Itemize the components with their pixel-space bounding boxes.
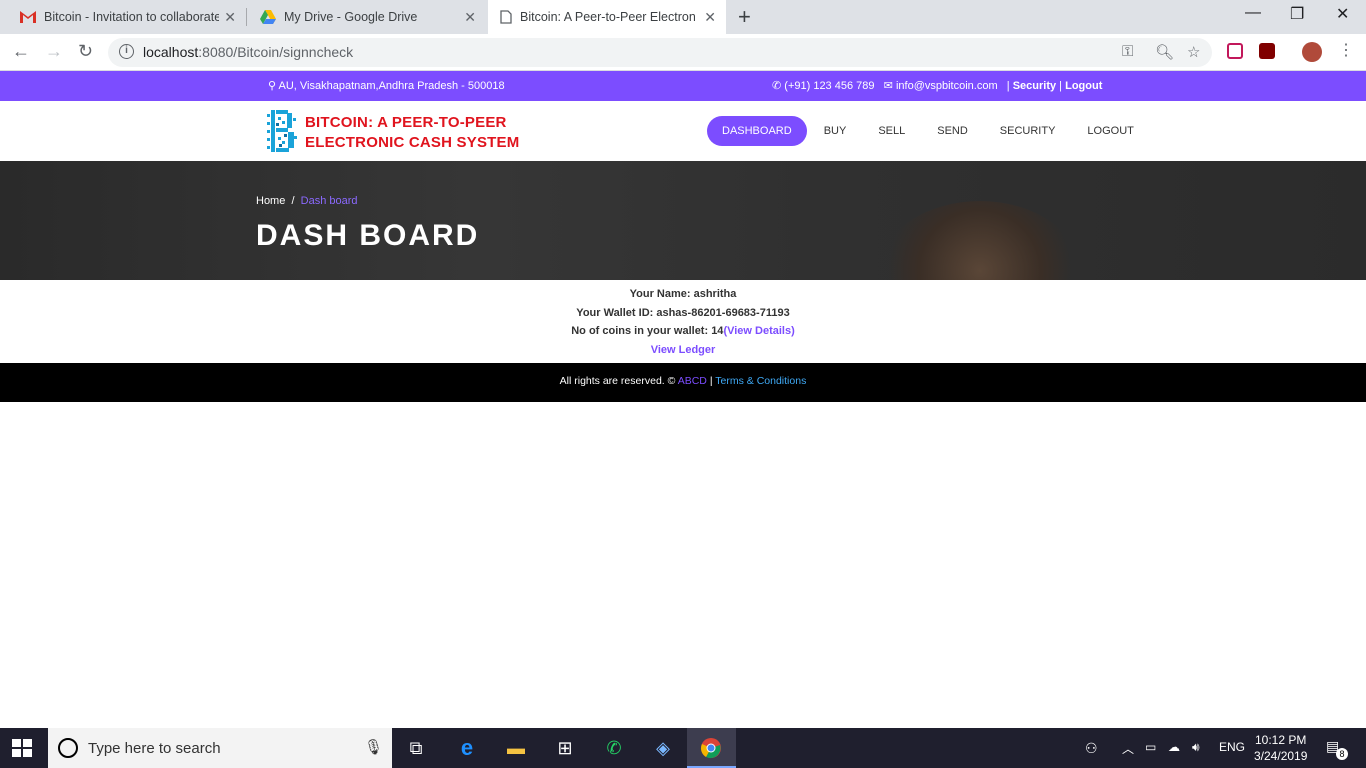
mail-icon: ✉ bbox=[883, 80, 893, 92]
tab-title: Bitcoin: A Peer-to-Peer Electronic bbox=[520, 10, 695, 24]
site-logo-text[interactable]: BITCOIN: A PEER-TO-PEER ELECTRONIC CASH … bbox=[305, 113, 519, 153]
window-close-icon[interactable]: ✕ bbox=[1336, 4, 1349, 24]
file-explorer-icon[interactable]: ▬ bbox=[504, 736, 528, 760]
language-indicator[interactable]: ENG bbox=[1219, 740, 1245, 754]
people-icon[interactable]: ⚇ bbox=[1085, 740, 1098, 757]
site-info-icon[interactable]: i bbox=[119, 44, 134, 59]
new-tab-button[interactable]: + bbox=[738, 4, 751, 30]
windows-start-icon[interactable] bbox=[12, 739, 32, 757]
security-link[interactable]: Security bbox=[1013, 80, 1056, 92]
nav-sell[interactable]: SELL bbox=[863, 116, 920, 146]
location-pin-icon: ⚲ bbox=[268, 80, 277, 92]
wallet-id: Your Wallet ID: ashas-86201-69683-71193 bbox=[576, 306, 790, 319]
minimize-icon[interactable]: — bbox=[1245, 4, 1261, 22]
back-icon[interactable]: ← bbox=[12, 41, 30, 62]
page-title: DASH BOARD bbox=[256, 219, 480, 252]
footer-separator: | bbox=[709, 375, 713, 387]
tray-chevron-up-icon[interactable]: ︿ bbox=[1122, 740, 1134, 757]
coin-count: No of coins in your wallet: 14 bbox=[571, 325, 724, 337]
chrome-icon bbox=[701, 738, 721, 759]
store-icon[interactable]: ⊞ bbox=[553, 736, 577, 760]
system-clock[interactable]: 10:12 PM 3/24/2019 bbox=[1254, 732, 1307, 764]
nav-dashboard[interactable]: DASHBOARD bbox=[707, 116, 807, 146]
search-placeholder: Type here to search bbox=[88, 740, 221, 757]
view-ledger-link[interactable]: View Ledger bbox=[0, 341, 1366, 360]
key-icon[interactable]: ⚿ bbox=[1122, 43, 1133, 60]
bookmark-star-icon[interactable]: ☆ bbox=[1187, 43, 1200, 61]
site-footer: All rights are reserved. © ABCD | Terms … bbox=[0, 363, 1366, 402]
whatsapp-icon[interactable]: ✆ bbox=[602, 736, 626, 760]
forward-icon[interactable]: → bbox=[45, 41, 63, 62]
url-host: localhost bbox=[143, 44, 199, 60]
nav-buy[interactable]: BUY bbox=[809, 116, 862, 146]
breadcrumb-current: Dash board bbox=[300, 195, 358, 207]
restore-icon[interactable]: ❐ bbox=[1290, 4, 1304, 24]
reload-icon[interactable]: ↻ bbox=[78, 41, 93, 62]
breadcrumb: Home / Dash board bbox=[256, 195, 358, 207]
logout-link[interactable]: Logout bbox=[1065, 80, 1102, 92]
battery-icon[interactable]: ▭ bbox=[1145, 740, 1156, 754]
ublock-extension-icon[interactable] bbox=[1259, 43, 1275, 59]
notification-badge: 8 bbox=[1336, 748, 1348, 760]
terms-link[interactable]: Terms & Conditions bbox=[715, 375, 806, 387]
view-details-link[interactable]: (View Details) bbox=[723, 325, 794, 337]
logo-line-2: ELECTRONIC CASH SYSTEM bbox=[305, 134, 520, 151]
coin-count-row: No of coins in your wallet: 14(View Deta… bbox=[0, 322, 1366, 341]
phone-icon: ✆ bbox=[772, 80, 782, 92]
edge-icon[interactable]: e bbox=[455, 736, 479, 760]
wallet-info: Your Name: ashritha Your Wallet ID: asha… bbox=[0, 280, 1366, 363]
breadcrumb-home[interactable]: Home bbox=[256, 195, 285, 207]
tab-gmail[interactable]: Bitcoin - Invitation to collaborate ✕ bbox=[8, 0, 246, 34]
clock-date: 3/24/2019 bbox=[1254, 749, 1308, 763]
phone-text: (+91) 123 456 789 bbox=[784, 80, 875, 92]
close-icon[interactable]: ✕ bbox=[224, 9, 236, 26]
page-banner: Home / Dash board DASH BOARD bbox=[0, 161, 1366, 280]
address-bar: ← → ↻ i localhost:8080/Bitcoin/signnchec… bbox=[0, 34, 1366, 71]
email-text: info@vspbitcoin.com bbox=[895, 80, 998, 92]
contact-bar: ⚲ AU, Visakhapatnam,Andhra Pradesh - 500… bbox=[0, 71, 1366, 101]
close-icon[interactable]: ✕ bbox=[704, 9, 716, 26]
banner-background-image bbox=[880, 201, 1080, 280]
menu-kebab-icon[interactable]: ⋮ bbox=[1338, 40, 1354, 60]
volume-icon[interactable]: 🔊︎ bbox=[1192, 740, 1200, 755]
taskbar-search-input[interactable]: Type here to search 🎙︎ bbox=[48, 728, 392, 768]
windows-taskbar: Type here to search 🎙︎ ⧉ e ▬ ⊞ ✆ ◈ ⚇ ︿ ▭… bbox=[0, 728, 1366, 768]
main-nav: DASHBOARD BUY SELL SEND SECURITY LOGOUT bbox=[707, 116, 1151, 146]
task-view-icon[interactable]: ⧉ bbox=[404, 736, 428, 760]
contact-info: ✆ (+91) 123 456 789 ✉ info@vspbitcoin.co… bbox=[772, 80, 1103, 92]
zoom-icon[interactable]: 🔍︎ bbox=[1155, 43, 1174, 61]
copyright-text: All rights are reserved. © bbox=[559, 375, 676, 387]
bitcoin-logo-icon[interactable] bbox=[265, 108, 297, 154]
abcd-link[interactable]: ABCD bbox=[678, 375, 707, 387]
url-path: :8080/Bitcoin/signncheck bbox=[198, 44, 354, 60]
onedrive-icon[interactable]: ☁ bbox=[1168, 740, 1180, 754]
tab-bitcoin[interactable]: Bitcoin: A Peer-to-Peer Electronic ✕ bbox=[488, 0, 726, 34]
tab-title: My Drive - Google Drive bbox=[284, 10, 418, 24]
nav-security[interactable]: SECURITY bbox=[985, 116, 1071, 146]
logo-line-1: BITCOIN: A PEER-TO-PEER bbox=[305, 114, 507, 131]
browser-tab-bar: Bitcoin - Invitation to collaborate ✕ My… bbox=[0, 0, 1366, 34]
tab-drive[interactable]: My Drive - Google Drive ✕ bbox=[248, 0, 486, 34]
clock-time: 10:12 PM bbox=[1255, 733, 1307, 747]
gmail-icon bbox=[20, 11, 36, 23]
tab-title: Bitcoin - Invitation to collaborate bbox=[44, 10, 219, 24]
url-field[interactable]: i localhost:8080/Bitcoin/signncheck ⚿ 🔍︎… bbox=[108, 38, 1212, 67]
profile-avatar[interactable] bbox=[1302, 42, 1322, 62]
tab-divider bbox=[246, 8, 247, 26]
drive-icon bbox=[260, 10, 276, 24]
pocket-extension-icon[interactable] bbox=[1227, 43, 1243, 59]
address-text: AU, Visakhapatnam,Andhra Pradesh - 50001… bbox=[278, 80, 505, 92]
breadcrumb-separator: / bbox=[291, 195, 295, 207]
nav-logout[interactable]: LOGOUT bbox=[1072, 116, 1148, 146]
microphone-icon[interactable]: 🎙︎ bbox=[364, 738, 383, 756]
virtualbox-icon[interactable]: ◈ bbox=[651, 736, 675, 760]
cortana-icon bbox=[58, 738, 78, 758]
close-icon[interactable]: ✕ bbox=[464, 9, 476, 26]
site-header: BITCOIN: A PEER-TO-PEER ELECTRONIC CASH … bbox=[0, 101, 1366, 161]
page-icon bbox=[500, 10, 512, 24]
address-info: ⚲ AU, Visakhapatnam,Andhra Pradesh - 500… bbox=[268, 79, 505, 92]
url-text[interactable]: localhost:8080/Bitcoin/signncheck bbox=[143, 44, 353, 60]
user-name: Your Name: ashritha bbox=[629, 288, 737, 300]
nav-send[interactable]: SEND bbox=[922, 116, 983, 146]
